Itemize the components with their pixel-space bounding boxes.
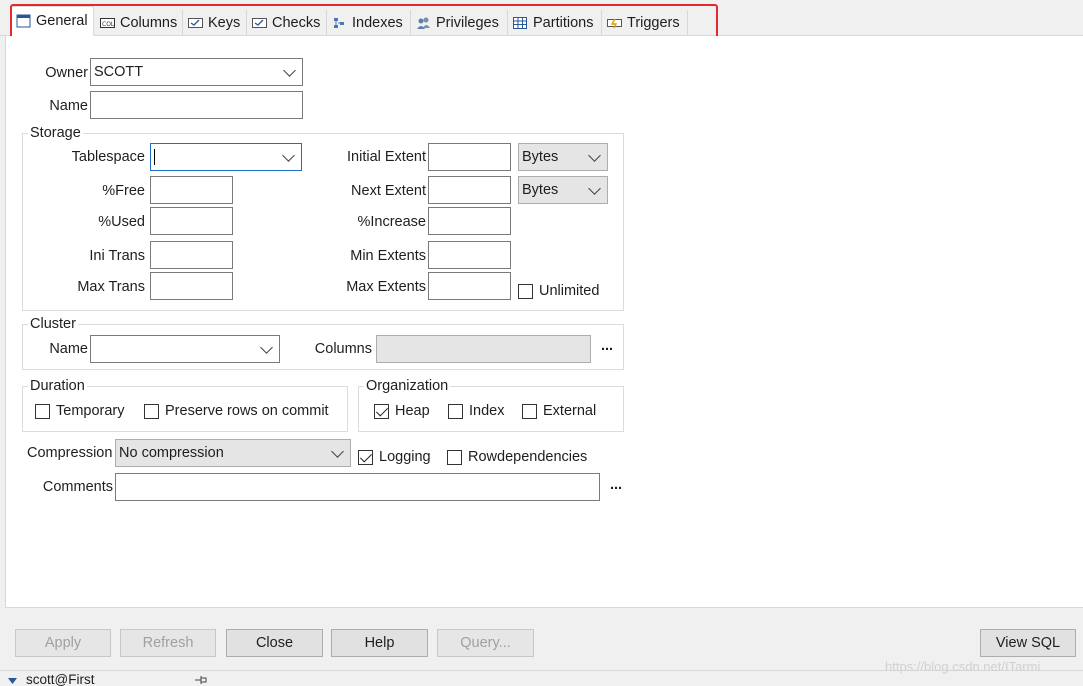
cluster-name-label: Name bbox=[49, 341, 88, 357]
used-label: %Used bbox=[98, 214, 145, 230]
checkbox-box[interactable] bbox=[448, 403, 463, 419]
apply-button[interactable]: Apply bbox=[15, 629, 111, 657]
connection-label: scott@First bbox=[26, 672, 95, 686]
owner-value: SCOTT bbox=[94, 64, 144, 80]
temporary-checkbox[interactable]: Temporary bbox=[35, 403, 125, 419]
refresh-button[interactable]: Refresh bbox=[120, 629, 216, 657]
ini-trans-label: Ini Trans bbox=[89, 248, 145, 264]
preserve-rows-checkbox[interactable]: Preserve rows on commit bbox=[144, 403, 329, 419]
checkbox-box[interactable] bbox=[144, 403, 159, 419]
cluster-columns-field bbox=[376, 335, 591, 363]
query-button[interactable]: Query... bbox=[437, 629, 534, 657]
collapse-triangle-icon[interactable] bbox=[8, 673, 17, 686]
cluster-name-select[interactable] bbox=[90, 335, 280, 363]
cluster-columns-label: Columns bbox=[314, 341, 372, 357]
compression-value: No compression bbox=[119, 445, 224, 461]
logging-label: Logging bbox=[379, 449, 431, 465]
unlimited-checkbox[interactable]: Unlimited bbox=[518, 283, 599, 299]
next-extent-unit-select[interactable]: Bytes bbox=[518, 176, 608, 204]
checkbox-box[interactable] bbox=[358, 449, 373, 465]
name-label: Name bbox=[49, 98, 88, 114]
query-label: Query... bbox=[460, 635, 511, 651]
storage-title: Storage bbox=[28, 125, 83, 141]
close-label: Close bbox=[255, 635, 294, 651]
external-checkbox[interactable]: External bbox=[522, 403, 596, 419]
index-label: Index bbox=[469, 403, 505, 419]
min-extents-label: Min Extents bbox=[350, 248, 426, 264]
external-label: External bbox=[543, 403, 597, 419]
initial-extent-unit-select[interactable]: Bytes bbox=[518, 143, 608, 171]
next-extent-unit: Bytes bbox=[522, 182, 559, 198]
general-panel bbox=[5, 36, 1083, 608]
checkbox-box[interactable] bbox=[522, 403, 537, 419]
watermark: https://blog.csdn.net/ITarmi bbox=[885, 659, 1041, 674]
free-input[interactable] bbox=[150, 176, 233, 204]
compression-label: Compression bbox=[27, 445, 113, 461]
used-input[interactable] bbox=[150, 207, 233, 235]
increase-label: %Increase bbox=[357, 214, 426, 230]
view-sql-button[interactable]: View SQL bbox=[980, 629, 1076, 657]
chevron-down-icon bbox=[331, 444, 344, 458]
pin-icon[interactable] bbox=[194, 673, 208, 686]
close-button[interactable]: Close bbox=[226, 629, 323, 657]
max-extents-label: Max Extents bbox=[346, 279, 426, 295]
chevron-down-icon bbox=[588, 181, 601, 195]
heap-label: Heap bbox=[395, 403, 430, 419]
next-extent-input[interactable] bbox=[428, 176, 511, 204]
tablespace-label: Tablespace bbox=[71, 149, 145, 165]
increase-input[interactable] bbox=[428, 207, 511, 235]
comments-input[interactable] bbox=[115, 473, 600, 501]
checkbox-box[interactable] bbox=[447, 449, 462, 465]
chevron-down-icon bbox=[588, 148, 601, 162]
refresh-label: Refresh bbox=[142, 635, 194, 651]
checkbox-box[interactable] bbox=[374, 403, 389, 419]
heap-checkbox[interactable]: Heap bbox=[374, 403, 430, 419]
name-input[interactable] bbox=[90, 91, 303, 119]
cluster-columns-more-button[interactable]: ... bbox=[601, 338, 613, 354]
next-extent-label: Next Extent bbox=[351, 183, 426, 199]
tablespace-select[interactable] bbox=[150, 143, 302, 171]
checkbox-box[interactable] bbox=[518, 283, 533, 299]
preserve-rows-label: Preserve rows on commit bbox=[165, 403, 329, 419]
free-label: %Free bbox=[102, 183, 145, 199]
chevron-down-icon bbox=[260, 340, 273, 354]
compression-select[interactable]: No compression bbox=[115, 439, 351, 467]
view-sql-label: View SQL bbox=[995, 635, 1061, 651]
temporary-label: Temporary bbox=[56, 403, 125, 419]
organization-title: Organization bbox=[364, 378, 451, 394]
help-label: Help bbox=[364, 635, 395, 651]
initial-extent-unit: Bytes bbox=[522, 149, 559, 165]
initial-extent-input[interactable] bbox=[428, 143, 511, 171]
text-cursor bbox=[154, 149, 155, 165]
max-trans-label: Max Trans bbox=[77, 279, 145, 295]
ini-trans-input[interactable] bbox=[150, 241, 233, 269]
unlimited-label: Unlimited bbox=[539, 283, 600, 299]
logging-checkbox[interactable]: Logging bbox=[358, 449, 431, 465]
cluster-title: Cluster bbox=[28, 316, 78, 332]
apply-label: Apply bbox=[44, 635, 82, 651]
comments-more-button[interactable]: ... bbox=[610, 477, 622, 493]
chevron-down-icon bbox=[283, 63, 296, 77]
rowdependencies-checkbox[interactable]: Rowdependencies bbox=[447, 449, 587, 465]
checkbox-box[interactable] bbox=[35, 403, 50, 419]
help-button[interactable]: Help bbox=[331, 629, 428, 657]
initial-extent-label: Initial Extent bbox=[347, 149, 426, 165]
chevron-down-icon bbox=[282, 148, 295, 162]
max-extents-input[interactable] bbox=[428, 272, 511, 300]
duration-title: Duration bbox=[28, 378, 87, 394]
index-checkbox[interactable]: Index bbox=[448, 403, 504, 419]
owner-select[interactable]: SCOTT bbox=[90, 58, 303, 86]
owner-label: Owner bbox=[45, 65, 88, 81]
max-trans-input[interactable] bbox=[150, 272, 233, 300]
min-extents-input[interactable] bbox=[428, 241, 511, 269]
comments-label: Comments bbox=[42, 479, 113, 495]
rowdependencies-label: Rowdependencies bbox=[468, 449, 588, 465]
